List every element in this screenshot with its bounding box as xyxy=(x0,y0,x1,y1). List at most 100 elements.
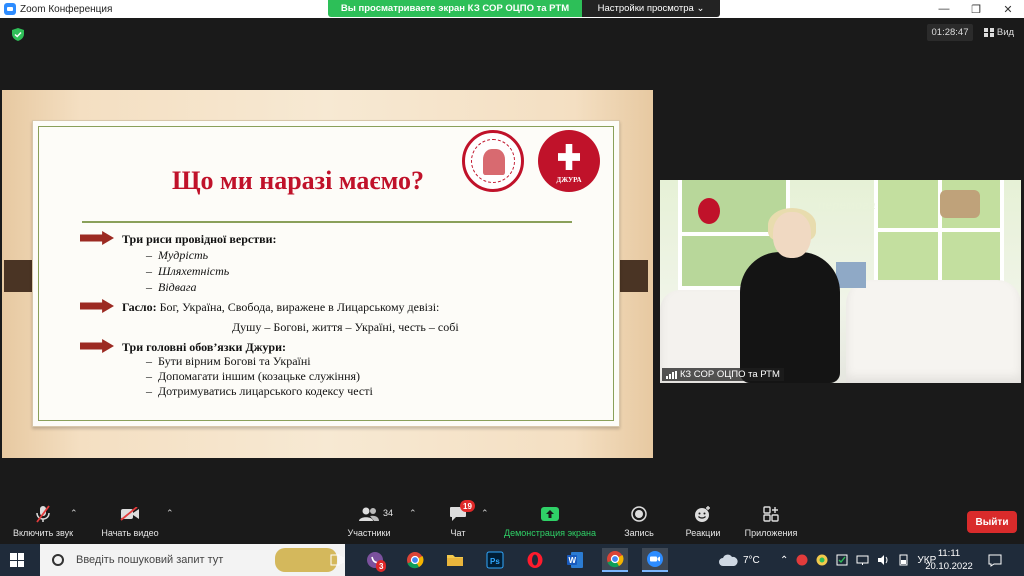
participants-count: 34 xyxy=(383,508,394,518)
file-explorer-icon[interactable] xyxy=(442,548,468,572)
task-view-icon[interactable] xyxy=(324,548,350,572)
apps-icon xyxy=(763,506,779,522)
window-title: Zoom Конференция xyxy=(20,3,113,15)
window-controls: — ❐ ✕ xyxy=(928,0,1024,18)
list-item: – Бути вірним Богові та Україні xyxy=(146,354,311,368)
participants-label: Участники xyxy=(347,528,391,538)
photoshop-icon[interactable]: Ps xyxy=(482,548,508,572)
unmute-label: Включить звук xyxy=(12,528,74,538)
restore-button[interactable]: ❐ xyxy=(960,0,992,18)
slide-title: Що ми наразі маємо? xyxy=(172,166,424,195)
share-banner: Вы просматриваете экран КЗ СОР ОЦПО та Р… xyxy=(328,0,720,17)
chat-caret-icon[interactable]: ⌃ xyxy=(481,508,489,519)
view-options-button[interactable]: Настройки просмотра ⌄ xyxy=(582,0,720,17)
share-screen-button[interactable]: Демонстрация экрана xyxy=(498,504,602,544)
taskbar-clock[interactable]: 11:11 20.10.2022 xyxy=(920,547,978,573)
record-label: Запись xyxy=(624,528,654,538)
leave-meeting-button[interactable]: Выйти xyxy=(967,511,1017,533)
word-icon[interactable]: W xyxy=(562,548,588,572)
participants-caret-icon[interactable]: ⌃ xyxy=(409,508,417,519)
participant-video[interactable]: перемога КЗ СОР ОЦПО та РТМ xyxy=(660,180,1021,383)
weather-widget[interactable]: 7°C xyxy=(718,544,760,576)
participant-name-tag: КЗ СОР ОЦПО та РТМ xyxy=(662,368,784,381)
share-screen-icon xyxy=(541,507,559,521)
list-item: – Дотримуватись лицарського кодексу чест… xyxy=(146,384,373,398)
apps-label: Приложения xyxy=(744,528,798,538)
reactions-smiley-icon xyxy=(695,506,710,522)
reactions-label: Реакции xyxy=(685,528,721,538)
zoom-window: Zoom Конференция — ❐ ✕ Вы просматриваете… xyxy=(0,0,1024,576)
video-options-caret-icon[interactable]: ⌃ xyxy=(166,508,174,519)
wall-text: перемога xyxy=(818,198,876,212)
antivirus-icon[interactable] xyxy=(796,554,808,566)
network-icon[interactable] xyxy=(856,554,869,566)
chat-button[interactable]: 19 Чат xyxy=(440,500,476,544)
notifications-icon[interactable] xyxy=(988,544,1002,576)
start-video-button[interactable]: Начать видео xyxy=(98,504,162,544)
dzhura-logo-label: ДЖУРА xyxy=(556,176,582,184)
apps-button[interactable]: Приложения xyxy=(740,504,802,544)
slide-divider xyxy=(82,221,572,223)
signal-icon xyxy=(666,370,677,379)
opera-icon[interactable] xyxy=(522,548,548,572)
windows-start-icon[interactable] xyxy=(10,553,24,567)
viber-badge: 3 xyxy=(376,560,387,572)
view-label: Вид xyxy=(996,27,1015,38)
share-screen-label: Демонстрация экрана xyxy=(504,528,596,538)
participant-name: КЗ СОР ОЦПО та РТМ xyxy=(680,369,780,380)
tray-expand-icon[interactable]: ⌃ xyxy=(780,555,788,566)
audio-options-caret-icon[interactable]: ⌃ xyxy=(70,508,78,519)
record-button[interactable]: Запись xyxy=(620,504,658,544)
system-tray: ⌃ УКР xyxy=(780,544,936,576)
meeting-toolbar: Включить звук ⌃ Начать видео ⌃ Участники… xyxy=(0,500,1024,544)
cloud-icon xyxy=(719,554,738,566)
security-tray-icon[interactable] xyxy=(836,554,848,566)
search-icon xyxy=(52,554,64,566)
dzhura-logo: ДЖУРА xyxy=(538,130,600,192)
search-placeholder: Введіть пошуковий запит тут xyxy=(76,554,224,566)
start-video-label: Начать видео xyxy=(101,528,159,538)
video-off-icon xyxy=(120,507,139,521)
chat-unread-badge: 19 xyxy=(460,500,475,512)
motto-quote: Душу – Богові, життя – Україні, честь – … xyxy=(232,320,459,334)
record-icon xyxy=(631,506,647,522)
svg-text:W: W xyxy=(569,556,577,565)
clock-time: 11:11 xyxy=(937,548,961,559)
view-button[interactable]: Вид xyxy=(978,24,1020,41)
close-window-button[interactable]: ✕ xyxy=(992,0,1024,18)
shared-screen: ДЖУРА Що ми наразі маємо? Три риси прові… xyxy=(2,90,653,458)
section-heading: Три головні обов’язки Джури: xyxy=(122,340,286,354)
unmute-button[interactable]: Включить звук xyxy=(8,504,78,544)
list-item: – Допомагати іншим (козацьке служіння) xyxy=(146,369,361,383)
chrome-active-icon[interactable] xyxy=(602,548,628,572)
meeting-timer: 01:28:47 xyxy=(927,24,973,41)
battery-icon[interactable] xyxy=(898,554,909,566)
grid-view-icon xyxy=(983,28,994,37)
list-item: – Відвага xyxy=(146,280,197,294)
section-heading: Три риси провідної верстви: xyxy=(122,232,277,246)
reactions-button[interactable]: Реакции xyxy=(682,504,724,544)
chat-label: Чат xyxy=(450,528,466,538)
clock-date: 20.10.2022 xyxy=(925,561,973,572)
minimize-button[interactable]: — xyxy=(928,0,960,18)
shield-tray-icon[interactable] xyxy=(816,554,828,566)
windows-taskbar: Введіть пошуковий запит тут 3 Ps W 7°C ⌃… xyxy=(0,544,1024,576)
motto-line: Гасло: Бог, Україна, Свобода, виражене в… xyxy=(122,300,440,314)
list-item: – Шляхетність xyxy=(146,264,230,278)
svg-text:Ps: Ps xyxy=(490,557,500,566)
participant-person xyxy=(740,252,840,383)
encryption-shield-icon[interactable] xyxy=(12,28,24,41)
list-item: – Мудрість xyxy=(146,248,209,262)
weather-temp: 7°C xyxy=(743,554,760,566)
chrome-icon[interactable] xyxy=(402,548,428,572)
institution-logo xyxy=(462,130,524,192)
taskbar-search-box[interactable]: Введіть пошуковий запит тут xyxy=(40,544,345,576)
zoom-taskbar-icon[interactable] xyxy=(642,548,668,572)
participants-icon xyxy=(359,507,379,521)
viewing-screen-label: Вы просматриваете экран КЗ СОР ОЦПО та Р… xyxy=(328,0,582,17)
muted-mic-icon xyxy=(36,505,50,523)
viber-icon[interactable]: 3 xyxy=(362,548,388,572)
zoom-app-icon xyxy=(4,3,16,15)
volume-icon[interactable] xyxy=(877,554,890,566)
video-shelf xyxy=(874,180,1004,290)
